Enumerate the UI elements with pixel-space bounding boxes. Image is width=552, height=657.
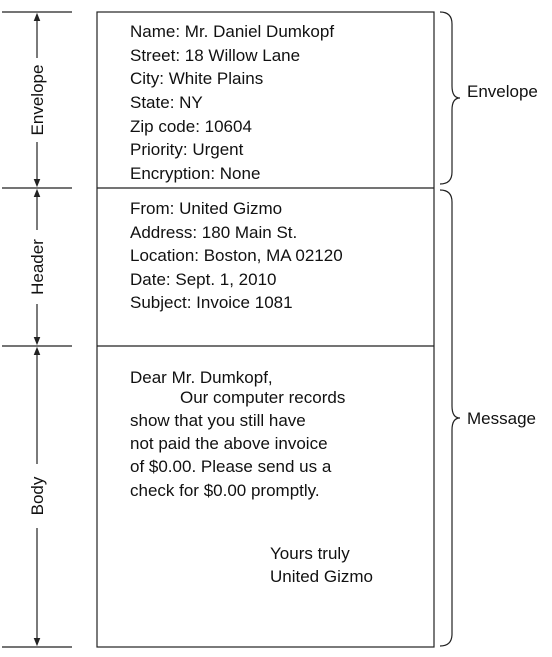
header-line: Location: Boston, MA 02120 [130,246,343,265]
header-line: Date: Sept. 1, 2010 [130,270,277,289]
envelope-line: State: NY [130,93,203,112]
body-line: not paid the above invoice [130,434,328,453]
header-line: Subject: Invoice 1081 [130,293,293,312]
body-line: Our computer records [180,388,345,407]
envelope-brace [439,11,461,185]
envelope-line: Encryption: None [130,164,260,183]
right-label-envelope: Envelope [467,82,538,101]
signoff-line: United Gizmo [270,567,373,586]
envelope-line: Street: 18 Willow Lane [130,46,300,65]
envelope-line: Zip code: 10604 [130,117,252,136]
message-brace [439,189,461,647]
body-line: of $0.00. Please send us a [130,457,332,476]
body-line: show that you still have [130,411,306,430]
left-label-header: Header [28,239,47,295]
email-structure-diagram: Envelope Header Body Envelope Message Na… [2,11,538,648]
header-line: Address: 180 Main St. [130,223,297,242]
body-line: Dear Mr. Dumkopf, [130,368,273,387]
envelope-line: Name: Mr. Daniel Dumkopf [130,22,334,41]
envelope-line: City: White Plains [130,69,263,88]
left-label-envelope: Envelope [28,65,47,136]
signoff-line: Yours truly [270,544,350,563]
right-label-message: Message [467,409,536,428]
envelope-line: Priority: Urgent [130,140,244,159]
body-line: check for $0.00 promptly. [130,481,320,500]
left-label-body: Body [28,476,47,515]
header-line: From: United Gizmo [130,199,282,218]
